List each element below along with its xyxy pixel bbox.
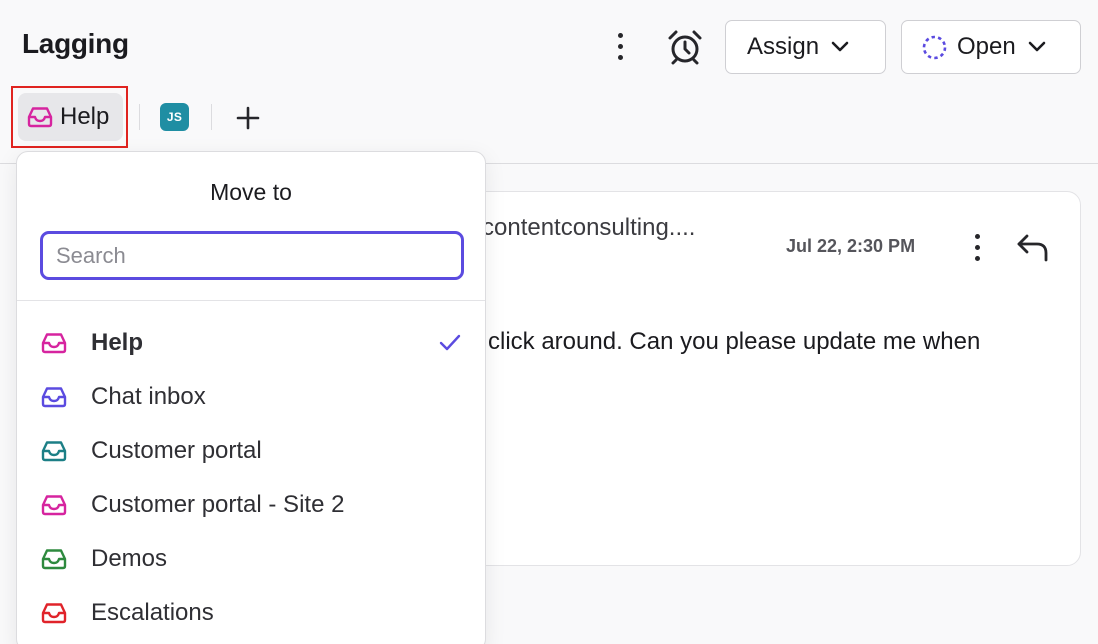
inbox-icon	[41, 549, 67, 570]
status-open-icon	[922, 35, 947, 59]
inbox-option-label: Customer portal	[91, 437, 262, 464]
inbox-icon	[41, 495, 67, 516]
inbox-pill[interactable]: Help	[18, 93, 123, 141]
message-more-icon[interactable]	[965, 234, 989, 261]
inbox-option-label: Demos	[91, 545, 168, 572]
dropdown-title: Move to	[210, 179, 292, 205]
inbox-pill-label: Help	[60, 103, 110, 130]
inbox-option-label: Help	[91, 329, 144, 356]
reply-icon[interactable]	[1016, 231, 1050, 263]
inbox-option-demos[interactable]: Demos	[17, 532, 485, 586]
inbox-icon	[41, 387, 67, 408]
inbox-option-label: Chat inbox	[91, 383, 206, 410]
message-sender: contentconsulting....	[482, 214, 696, 241]
inbox-icon	[41, 333, 67, 354]
chevron-down-icon	[831, 41, 849, 52]
inbox-option-label: Customer portal - Site 2	[91, 491, 345, 518]
search-input[interactable]	[40, 231, 464, 280]
inbox-option-chat-inbox[interactable]: Chat inbox	[17, 370, 485, 424]
assignee-avatar[interactable]: JS	[160, 103, 189, 131]
move-to-dropdown: Move to Help Chat inbox Customer portal	[16, 151, 486, 644]
status-button-label: Open	[957, 33, 1016, 60]
message-body: click around. Can you please update me w…	[488, 328, 981, 355]
inbox-option-customer-portal-site-2[interactable]: Customer portal - Site 2	[17, 478, 485, 532]
more-options-icon[interactable]	[608, 33, 632, 60]
assign-button-label: Assign	[747, 33, 820, 60]
page-title: Lagging	[22, 28, 129, 59]
check-icon	[439, 334, 461, 351]
tag-divider	[211, 104, 212, 130]
inbox-option-help[interactable]: Help	[17, 316, 485, 370]
inbox-icon	[27, 107, 53, 128]
inbox-option-customer-portal[interactable]: Customer portal	[17, 424, 485, 478]
message-timestamp: Jul 22, 2:30 PM	[786, 236, 916, 256]
inbox-option-label: Escalations	[91, 599, 214, 626]
add-tag-icon[interactable]	[235, 105, 261, 131]
inbox-icon	[41, 441, 67, 462]
snooze-alarm-icon[interactable]	[666, 29, 704, 65]
tag-divider	[139, 104, 140, 130]
conversation-header: Lagging Assign Open Help JS	[0, 0, 1098, 164]
chevron-down-icon	[1028, 41, 1046, 52]
inbox-option-escalations[interactable]: Escalations	[17, 586, 485, 640]
dropdown-divider	[17, 300, 485, 301]
assign-button[interactable]: Assign	[725, 20, 886, 74]
status-button[interactable]: Open	[901, 20, 1081, 74]
inbox-icon	[41, 603, 67, 624]
